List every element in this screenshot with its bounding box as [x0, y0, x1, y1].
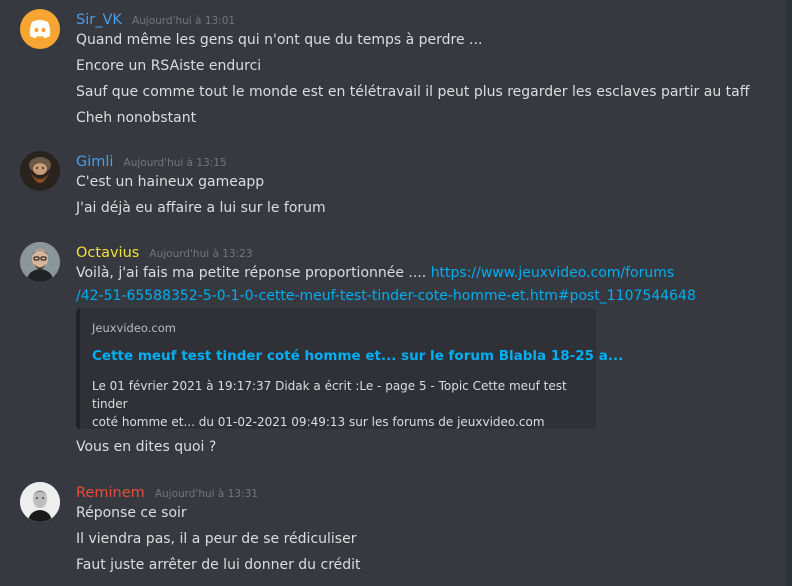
message-text: Voilà, j'ai fais ma petite réponse propo…: [76, 265, 431, 281]
avatar[interactable]: [20, 242, 60, 282]
message-line: C'est un haineux gameapp: [76, 174, 265, 190]
message-header: Gimli Aujourd'hui à 13:15: [76, 151, 227, 171]
message-line: Faut juste arrêter de lui donner du créd…: [76, 557, 361, 573]
username[interactable]: Octavius: [76, 245, 139, 261]
message-line: /42-51-65588352-5-0-1-0-cette-meuf-test-…: [76, 286, 696, 306]
bearded-dwarf-icon: [20, 151, 60, 191]
message-line: Cheh nonobstant: [76, 110, 197, 126]
message-header: Sir_VK Aujourd'hui à 13:01: [76, 9, 235, 29]
embed-title[interactable]: Cette meuf test tinder coté homme et... …: [92, 348, 623, 364]
discord-logo-icon: [29, 20, 51, 38]
avatar[interactable]: [20, 482, 60, 522]
message-line: Il viendra pas, il a peur de se rédiculi…: [76, 531, 357, 547]
username[interactable]: Sir_VK: [76, 12, 122, 28]
embed-description-line: Le 01 février 2021 à 19:17:37 Didak a éc…: [92, 379, 567, 411]
message-line: Encore un RSAiste endurci: [76, 58, 262, 74]
timestamp: Aujourd'hui à 13:23: [149, 248, 253, 260]
avatar[interactable]: [20, 9, 60, 49]
bw-man-photo-icon: [20, 482, 60, 522]
avatar[interactable]: [20, 151, 60, 191]
message-header: Reminem Aujourd'hui à 13:31: [76, 482, 258, 502]
message-line: Voilà, j'ai fais ma petite réponse propo…: [76, 263, 674, 283]
message-link[interactable]: https://www.jeuxvideo.com/forums: [431, 265, 674, 281]
link-embed: Jeuxvideo.com Cette meuf test tinder cot…: [76, 308, 623, 431]
timestamp: Aujourd'hui à 13:01: [131, 15, 236, 27]
message-header: Octavius Aujourd'hui à 13:23: [76, 242, 253, 262]
message-line: Sauf que comme tout le monde est en télé…: [76, 84, 750, 100]
username[interactable]: Reminem: [76, 485, 145, 501]
message-line: Quand même les gens qui n'ont que du tem…: [76, 32, 483, 48]
embed-description: Le 01 février 2021 à 19:17:37 Didak a éc…: [92, 377, 582, 431]
timestamp: Aujourd'hui à 13:15: [123, 157, 227, 169]
message-link[interactable]: /42-51-65588352-5-0-1-0-cette-meuf-test-…: [76, 288, 696, 304]
username[interactable]: Gimli: [76, 154, 113, 170]
scrollbar[interactable]: [786, 0, 792, 586]
message-line: J'ai déjà eu affaire a lui sur le forum: [76, 200, 326, 216]
man-photo-icon: [20, 242, 60, 282]
timestamp: Aujourd'hui à 13:31: [154, 488, 258, 500]
embed-provider[interactable]: Jeuxvideo.com: [92, 321, 176, 335]
message-line: Réponse ce soir: [76, 505, 187, 521]
embed-description-line: coté homme et... du 01-02-2021 09:49:13 …: [92, 415, 545, 429]
message-line: Vous en dites quoi ?: [76, 439, 217, 455]
